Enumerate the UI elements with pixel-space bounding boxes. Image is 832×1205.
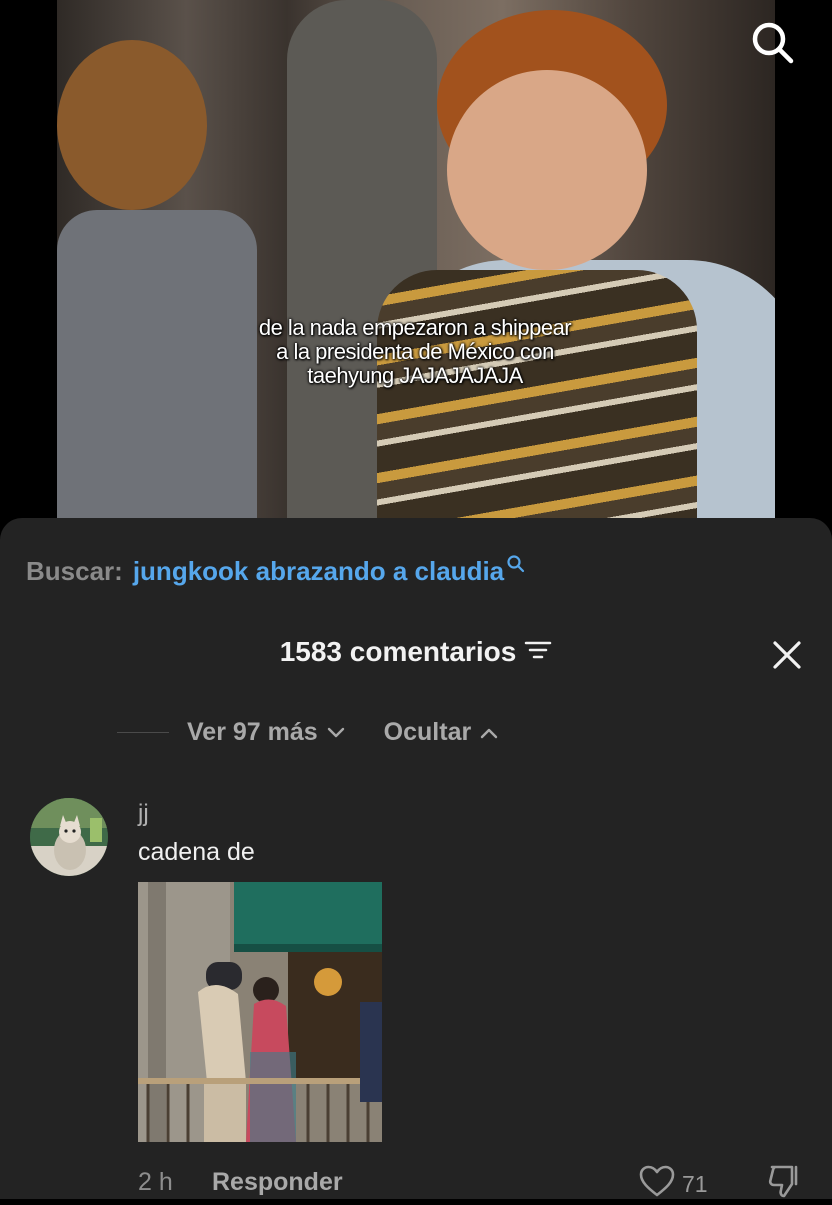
close-icon[interactable] xyxy=(772,640,802,670)
chevron-up-icon xyxy=(479,718,499,747)
hide-label: Ocultar xyxy=(383,718,472,746)
comment-footer: 2 h Responder 71 xyxy=(138,1165,818,1202)
comment-attached-photo[interactable] xyxy=(138,882,382,1142)
filter-icon[interactable] xyxy=(524,636,552,668)
caption-line: a la presidenta de México con xyxy=(276,339,554,364)
chevron-down-icon xyxy=(326,718,346,747)
search-suggestion-prefix: Buscar: xyxy=(26,556,123,586)
heart-icon xyxy=(638,1164,676,1204)
reply-button[interactable]: Responder xyxy=(212,1168,343,1197)
search-suggestion[interactable]: Buscar: jungkook abrazando a claudia xyxy=(26,555,526,587)
video-frame xyxy=(57,0,775,530)
comments-sheet: Buscar: jungkook abrazando a claudia 158… xyxy=(0,518,832,1199)
view-more-replies-button[interactable]: Ver 97 más xyxy=(187,718,346,747)
video-caption: de la nada empezaron a shippear a la pre… xyxy=(200,316,630,388)
caption-line: de la nada empezaron a shippear xyxy=(258,315,572,340)
comments-header: 1583 comentarios xyxy=(0,636,832,668)
like-count: 71 xyxy=(682,1170,708,1197)
hide-replies-button[interactable]: Ocultar xyxy=(384,718,500,747)
background-person-head xyxy=(57,40,207,210)
kid-vest xyxy=(377,270,697,530)
kid-face xyxy=(447,70,647,270)
avatar[interactable] xyxy=(30,798,108,876)
search-icon xyxy=(506,550,526,581)
like-button[interactable]: 71 xyxy=(638,1164,708,1204)
divider xyxy=(117,732,169,733)
comment-timestamp: 2 h xyxy=(138,1168,173,1196)
comments-count: 1583 comentarios xyxy=(279,636,517,667)
view-more-label: Ver 97 más xyxy=(187,718,318,746)
comment-text: cadena de xyxy=(138,838,255,866)
video-player[interactable]: de la nada empezaron a shippear a la pre… xyxy=(0,0,832,530)
search-icon[interactable] xyxy=(748,18,798,68)
caption-line: taehyung JAJAJAJAJA xyxy=(307,363,523,388)
replies-controls: Ver 97 más Ocultar xyxy=(117,718,499,747)
comment-username[interactable]: jj xyxy=(138,800,149,828)
search-suggestion-query[interactable]: jungkook abrazando a claudia xyxy=(133,556,504,587)
